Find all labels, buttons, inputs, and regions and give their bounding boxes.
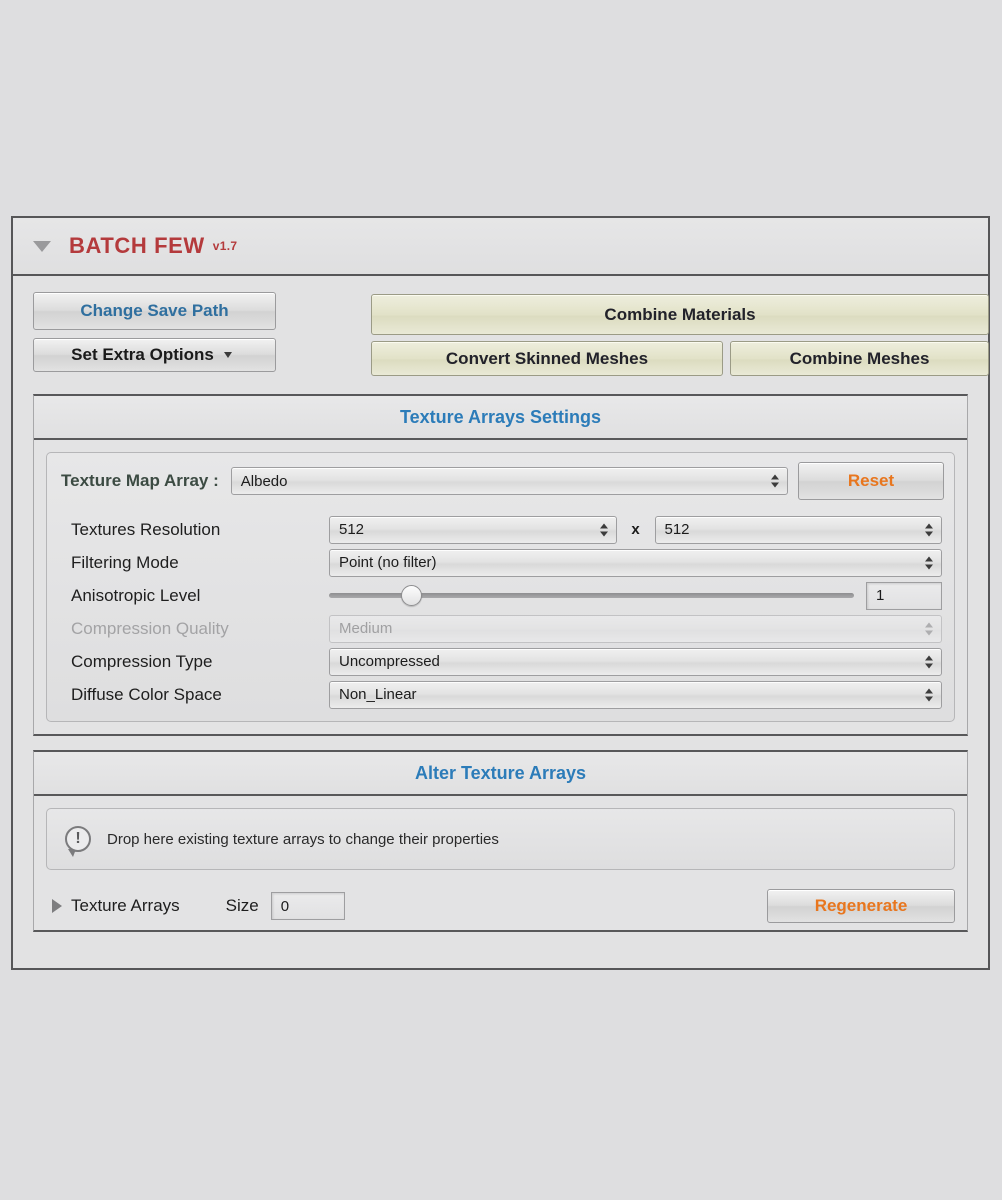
textures-resolution-label: Textures Resolution (71, 519, 221, 539)
chevron-updown-icon (925, 655, 933, 668)
row-anisotropic-level: Anisotropic Level 1 (71, 579, 942, 612)
version-label: v1.7 (212, 239, 238, 253)
set-extra-options-button[interactable]: Set Extra Options (33, 338, 276, 372)
reset-label: Reset (847, 471, 895, 490)
chevron-updown-icon (925, 523, 933, 536)
info-bubble-icon: ! (65, 826, 91, 857)
convert-skinned-meshes-label: Convert Skinned Meshes (445, 348, 649, 368)
combine-materials-button[interactable]: Combine Materials (371, 294, 989, 335)
row-compression-type: Compression Type Uncompressed (71, 645, 942, 678)
toolbar: Change Save Path Set Extra Options Combi… (33, 292, 989, 380)
diffuse-color-space-value: Non_Linear (339, 686, 417, 703)
chevron-updown-icon (771, 474, 779, 488)
anisotropic-level-slider[interactable] (329, 582, 854, 610)
texture-arrays-settings-group: Texture Arrays Settings Texture Map Arra… (33, 394, 968, 736)
anisotropic-level-input[interactable]: 1 (866, 581, 942, 610)
array-size-input[interactable]: 0 (270, 892, 345, 920)
resolution-multiply-icon: x (631, 521, 640, 538)
chevron-updown-icon (925, 622, 933, 635)
drop-zone-text: Drop here existing texture arrays to cha… (107, 830, 499, 848)
textures-resolution-width-value: 512 (339, 521, 365, 538)
diffuse-color-space-label: Diffuse Color Space (71, 684, 222, 704)
panel-body: Change Save Path Set Extra Options Combi… (13, 276, 989, 932)
reset-button[interactable]: Reset (798, 462, 944, 500)
texture-arrays-settings-body: Texture Map Array : Albedo Reset Texture… (46, 452, 955, 722)
compression-type-label: Compression Type (71, 651, 213, 671)
combine-meshes-button[interactable]: Combine Meshes (730, 341, 989, 376)
regenerate-button[interactable]: Regenerate (767, 889, 955, 923)
alter-texture-arrays-group: Alter Texture Arrays ! Drop here existin… (33, 750, 968, 932)
texture-array-drop-zone[interactable]: ! Drop here existing texture arrays to c… (47, 809, 954, 869)
texture-map-array-value: Albedo (240, 472, 288, 490)
textures-resolution-height-dropdown[interactable]: 512 (654, 515, 942, 544)
set-extra-options-label: Set Extra Options (71, 345, 214, 364)
combine-meshes-label: Combine Meshes (789, 348, 930, 368)
texture-map-array-row: Texture Map Array : Albedo Reset (47, 453, 954, 509)
texture-arrays-list-row: Texture Arrays Size 0 Regenerate (34, 882, 967, 930)
texture-arrays-settings-header: Texture Arrays Settings (34, 396, 967, 440)
compression-type-value: Uncompressed (339, 653, 440, 670)
convert-skinned-meshes-button[interactable]: Convert Skinned Meshes (371, 341, 723, 376)
texture-map-array-dropdown[interactable]: Albedo (230, 467, 788, 495)
alter-texture-arrays-body: ! Drop here existing texture arrays to c… (46, 808, 955, 870)
alter-texture-arrays-header: Alter Texture Arrays (34, 752, 967, 796)
anisotropic-level-value: 1 (876, 587, 885, 604)
chevron-down-icon (223, 352, 232, 358)
diffuse-color-space-dropdown[interactable]: Non_Linear (329, 680, 942, 709)
anisotropic-level-label: Anisotropic Level (71, 585, 201, 605)
texture-arrays-list-label[interactable]: Texture Arrays (71, 896, 180, 916)
compression-quality-value: Medium (339, 620, 393, 637)
regenerate-label: Regenerate (814, 896, 908, 915)
row-filtering-mode: Filtering Mode Point (no filter) (71, 546, 942, 579)
textures-resolution-width-dropdown[interactable]: 512 (329, 515, 617, 544)
row-compression-quality: Compression Quality Medium (71, 612, 942, 645)
filtering-mode-value: Point (no filter) (339, 554, 437, 571)
texture-map-array-label: Texture Map Array : (61, 471, 219, 490)
triangle-right-icon[interactable] (52, 899, 62, 913)
page-title: BATCH FEW (69, 233, 205, 258)
chevron-updown-icon (925, 688, 933, 701)
combine-materials-label: Combine Materials (604, 304, 756, 324)
chevron-updown-icon (599, 523, 608, 536)
compression-type-dropdown[interactable]: Uncompressed (329, 647, 942, 676)
alter-texture-arrays-title: Alter Texture Arrays (414, 762, 587, 783)
array-size-label: Size (225, 896, 259, 915)
row-textures-resolution: Textures Resolution 512 x 512 (71, 513, 942, 546)
texture-arrays-settings-title: Texture Arrays Settings (399, 406, 602, 427)
array-size-value: 0 (280, 897, 290, 915)
filtering-mode-label: Filtering Mode (71, 552, 179, 572)
triangle-down-icon[interactable] (33, 240, 51, 252)
texture-settings-rows: Textures Resolution 512 x 512 Filtering … (47, 509, 954, 721)
slider-handle[interactable] (401, 585, 423, 606)
change-save-path-label: Change Save Path (80, 301, 229, 320)
row-diffuse-color-space: Diffuse Color Space Non_Linear (71, 678, 942, 711)
textures-resolution-height-value: 512 (664, 521, 690, 538)
chevron-updown-icon (925, 556, 933, 569)
change-save-path-button[interactable]: Change Save Path (33, 292, 276, 330)
batch-few-inspector-panel: BATCH FEW v1.7 Change Save Path Set Extr… (11, 216, 990, 970)
compression-quality-dropdown: Medium (329, 614, 942, 643)
panel-header[interactable]: BATCH FEW v1.7 (13, 218, 988, 276)
compression-quality-label: Compression Quality (71, 618, 229, 638)
filtering-mode-dropdown[interactable]: Point (no filter) (329, 548, 942, 577)
